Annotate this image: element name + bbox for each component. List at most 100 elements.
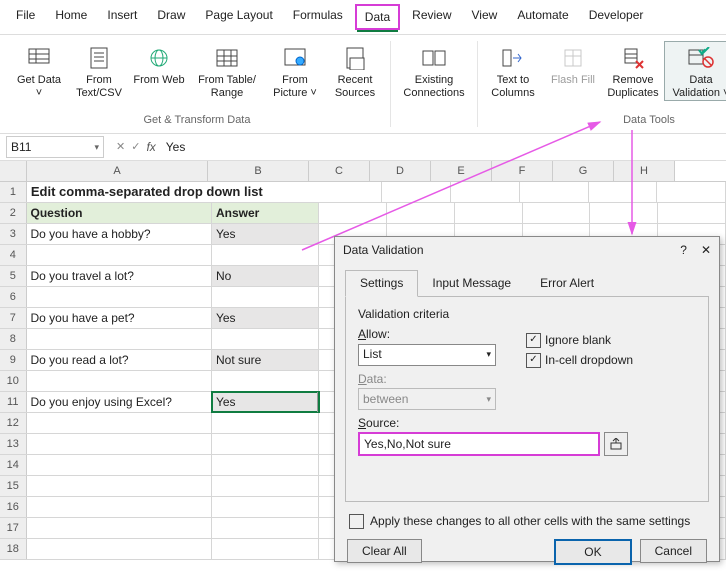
- col-header-f[interactable]: F: [492, 161, 553, 181]
- row-header[interactable]: 6: [0, 287, 27, 307]
- ok-button[interactable]: OK: [554, 539, 631, 565]
- tab-home[interactable]: Home: [47, 4, 95, 30]
- cell[interactable]: [451, 182, 520, 202]
- tab-review[interactable]: Review: [404, 4, 459, 30]
- source-input[interactable]: Yes,No,Not sure: [358, 432, 600, 456]
- cell[interactable]: Edit comma-separated drop down list: [27, 182, 314, 202]
- row-header[interactable]: 16: [0, 497, 27, 517]
- row-header[interactable]: 12: [0, 413, 27, 433]
- tab-insert[interactable]: Insert: [99, 4, 145, 30]
- cell[interactable]: [520, 182, 589, 202]
- row-header[interactable]: 10: [0, 371, 27, 391]
- cell[interactable]: [382, 182, 451, 202]
- allow-select[interactable]: List▾: [358, 344, 496, 366]
- ignore-blank-checkbox[interactable]: ✓: [526, 333, 541, 348]
- cell[interactable]: No: [212, 266, 319, 286]
- col-header-h[interactable]: H: [614, 161, 675, 181]
- cell[interactable]: [27, 413, 212, 433]
- get-data-button[interactable]: Get Data ˅: [10, 41, 68, 100]
- cell[interactable]: [212, 434, 319, 454]
- cell[interactable]: [590, 203, 658, 223]
- cell[interactable]: [27, 476, 212, 496]
- cancel-formula-icon[interactable]: ✕: [116, 141, 125, 154]
- select-all-corner[interactable]: [0, 161, 27, 181]
- dialog-tab-input-message[interactable]: Input Message: [417, 270, 526, 296]
- cell[interactable]: [27, 434, 212, 454]
- accept-formula-icon[interactable]: ✓: [131, 141, 140, 154]
- from-table-range-button[interactable]: From Table/ Range: [190, 41, 264, 100]
- col-header-c[interactable]: C: [309, 161, 370, 181]
- cell[interactable]: Do you enjoy using Excel?: [27, 392, 212, 412]
- fx-icon[interactable]: fx: [146, 140, 155, 154]
- cell[interactable]: Question: [27, 203, 212, 223]
- cell[interactable]: [658, 203, 726, 223]
- cell[interactable]: Do you read a lot?: [27, 350, 212, 370]
- cell[interactable]: [27, 245, 212, 265]
- cell[interactable]: [212, 455, 319, 475]
- row-header[interactable]: 1: [0, 182, 27, 202]
- dialog-tab-error-alert[interactable]: Error Alert: [525, 270, 609, 296]
- tab-formulas[interactable]: Formulas: [285, 4, 351, 30]
- apply-all-checkbox[interactable]: [349, 514, 364, 529]
- row-header[interactable]: 14: [0, 455, 27, 475]
- tab-page-layout[interactable]: Page Layout: [197, 4, 280, 30]
- col-header-b[interactable]: B: [208, 161, 309, 181]
- row-header[interactable]: 2: [0, 203, 27, 223]
- col-header-g[interactable]: G: [553, 161, 614, 181]
- cell[interactable]: Answer: [212, 203, 319, 223]
- cell[interactable]: [212, 518, 319, 538]
- cell[interactable]: [27, 455, 212, 475]
- cell[interactable]: [212, 371, 319, 391]
- tab-developer[interactable]: Developer: [581, 4, 652, 30]
- existing-connections-button[interactable]: Existing Connections: [397, 41, 471, 100]
- from-web-button[interactable]: From Web: [130, 41, 188, 88]
- cell[interactable]: Do you have a hobby?: [27, 224, 212, 244]
- row-header[interactable]: 4: [0, 245, 27, 265]
- tab-file[interactable]: File: [8, 4, 43, 30]
- cell[interactable]: Yes: [212, 308, 319, 328]
- cell[interactable]: [212, 329, 319, 349]
- range-selector-button[interactable]: [604, 432, 628, 456]
- row-header[interactable]: 9: [0, 350, 27, 370]
- cell[interactable]: [27, 518, 212, 538]
- help-icon[interactable]: ?: [680, 243, 687, 257]
- row-header[interactable]: 15: [0, 476, 27, 496]
- name-box[interactable]: B11▾: [6, 136, 104, 158]
- close-icon[interactable]: ✕: [701, 243, 711, 257]
- row-header[interactable]: 13: [0, 434, 27, 454]
- dropdown-arrow[interactable]: [317, 392, 319, 412]
- formula-input[interactable]: Yes: [162, 140, 720, 154]
- text-to-columns-button[interactable]: Text to Columns: [484, 41, 542, 100]
- from-text-csv-button[interactable]: From Text/CSV: [70, 41, 128, 100]
- cell[interactable]: [212, 245, 319, 265]
- cell[interactable]: [212, 539, 319, 559]
- cell[interactable]: Not sure: [212, 350, 319, 370]
- cell[interactable]: [27, 329, 212, 349]
- cell[interactable]: [589, 182, 658, 202]
- cell[interactable]: [455, 203, 523, 223]
- recent-sources-button[interactable]: Recent Sources: [326, 41, 384, 100]
- row-header[interactable]: 7: [0, 308, 27, 328]
- row-header[interactable]: 17: [0, 518, 27, 538]
- row-header[interactable]: 11: [0, 392, 27, 412]
- row-header[interactable]: 18: [0, 539, 27, 559]
- incell-dropdown-checkbox[interactable]: ✓: [526, 353, 541, 368]
- col-header-a[interactable]: A: [27, 161, 208, 181]
- cell[interactable]: [27, 497, 212, 517]
- row-header[interactable]: 5: [0, 266, 27, 286]
- cell[interactable]: Yes: [212, 224, 319, 244]
- row-header[interactable]: 8: [0, 329, 27, 349]
- cell[interactable]: Do you have a pet?: [27, 308, 212, 328]
- cell[interactable]: [27, 371, 212, 391]
- remove-duplicates-button[interactable]: Remove Duplicates: [604, 41, 662, 100]
- cell[interactable]: [27, 287, 212, 307]
- cell[interactable]: [212, 497, 319, 517]
- col-header-d[interactable]: D: [370, 161, 431, 181]
- cell[interactable]: [212, 476, 319, 496]
- cell[interactable]: [314, 182, 383, 202]
- tab-data[interactable]: Data: [355, 4, 400, 30]
- from-picture-button[interactable]: From Picture ˅: [266, 41, 324, 100]
- cell[interactable]: [212, 287, 319, 307]
- clear-all-button[interactable]: Clear All: [347, 539, 422, 563]
- row-header[interactable]: 3: [0, 224, 27, 244]
